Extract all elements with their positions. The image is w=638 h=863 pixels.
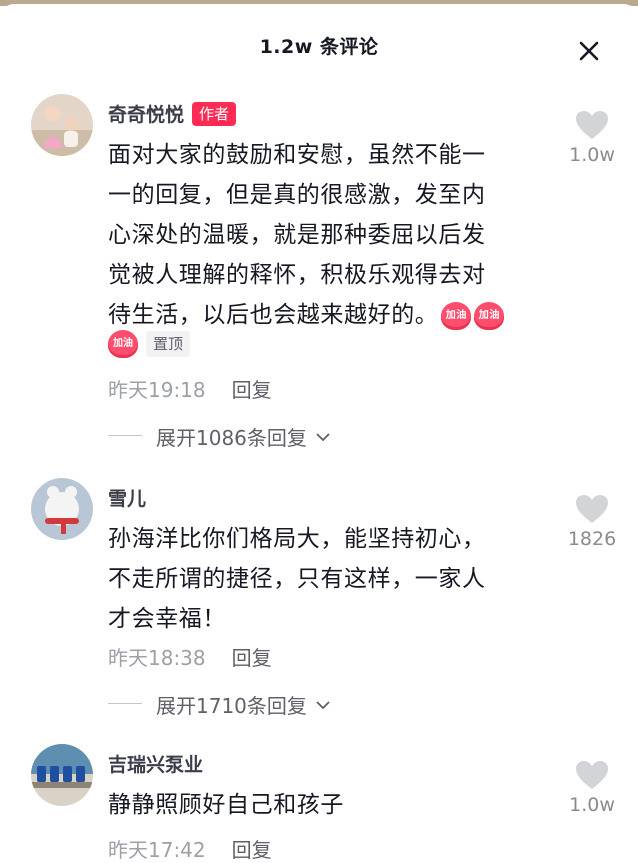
comment-text-line: 不走所谓的捷径，只有这样，一家人 [108,566,486,592]
commenter-name-text: 奇奇悦悦 [108,104,185,126]
comment-text-line: 才会幸福！ [108,606,226,632]
avatar[interactable] [31,744,93,806]
comment-text-line-text: 待生活，以后也会越来越好的。 [108,302,439,328]
comment-sheet-header: 1.2w 条评论 [0,4,638,84]
chevron-down-icon [316,433,330,442]
comment-text-line: 心深处的温暖，就是那种委屈以后发 [108,222,486,248]
close-icon [579,41,599,61]
comment-text-line: 待生活，以后也会越来越好的。 加油 加油 [108,295,558,335]
like-button[interactable]: 1.0w [560,110,624,166]
heart-icon [576,495,608,523]
comment-time: 昨天17:42 [108,838,206,862]
comment-text[interactable]: 孙海洋比你们格局大，能坚持初心， 不走所谓的捷径，只有这样，一家人 才会幸福！ [108,519,558,639]
comment-meta: 昨天19:18 回复 [108,374,272,403]
comment-text-line: 静静照顾好自己和孩子 [108,792,344,818]
comment-text-line: 面对大家的鼓励和安慰，虽然不能一 [108,142,486,168]
reply-button[interactable]: 回复 [232,378,272,402]
pinned-badge: 置顶 [146,331,191,357]
expand-replies-label: 展开1086条回复 [156,422,331,451]
expand-divider [108,703,142,704]
heart-icon [576,761,608,789]
comment-meta: 昨天17:42 回复 [108,834,272,863]
expand-replies-text: 展开1710条回复 [156,694,307,718]
close-button[interactable] [574,36,604,66]
avatar-image [31,94,93,156]
chevron-down-icon [316,701,330,710]
comment-sheet: 1.2w 条评论 奇奇悦悦 作者 面对大家的鼓励和安慰，虽然不能一 一的回复，但… [0,4,638,863]
avatar[interactable] [31,478,93,540]
avatar-image [31,744,93,806]
commenter-name[interactable]: 吉瑞兴泵业 [108,750,203,777]
like-count: 1.0w [569,794,615,816]
comment-time: 昨天18:38 [108,646,206,670]
comment-text[interactable]: 面对大家的鼓励和安慰，虽然不能一 一的回复，但是真的很感激，发至内 心深处的温暖… [108,135,558,335]
expand-divider [108,435,142,436]
comment-time: 昨天19:18 [108,378,206,402]
like-button[interactable]: 1.0w [560,760,624,816]
avatar-image [31,478,93,540]
cheer-emoji-icon: 加油 [474,301,505,330]
commenter-name[interactable]: 雪儿 [108,484,146,511]
pinned-row: 加油 置顶 [108,330,191,360]
comment-text-line: 觉被人理解的释怀，积极乐观得去对 [108,262,486,288]
comment-count-title: 1.2w 条评论 [259,36,379,58]
comment-meta: 昨天18:38 回复 [108,642,272,671]
cheer-emoji-icon: 加油 [108,330,138,358]
author-badge: 作者 [192,102,237,126]
comment-text-line: 孙海洋比你们格局大，能坚持初心， [108,526,486,552]
like-count: 1.0w [569,144,615,166]
comment-text[interactable]: 静静照顾好自己和孩子 [108,785,558,825]
avatar[interactable] [31,94,93,156]
reply-button[interactable]: 回复 [232,646,272,670]
reply-button[interactable]: 回复 [232,838,272,862]
heart-icon [576,111,608,139]
cheer-emoji-icon: 加油 [441,301,472,330]
commenter-name[interactable]: 奇奇悦悦 作者 [108,100,237,127]
like-button[interactable]: 1826 [560,494,624,550]
like-count: 1826 [567,528,617,550]
comment-text-line: 一的回复，但是真的很感激，发至内 [108,182,486,208]
expand-replies-label: 展开1710条回复 [156,690,331,719]
expand-replies-text: 展开1086条回复 [156,426,307,450]
